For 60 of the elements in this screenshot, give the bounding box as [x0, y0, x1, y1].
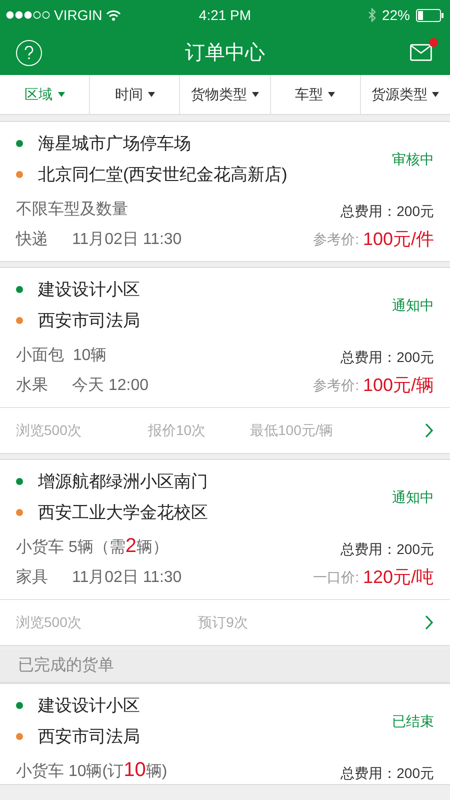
order-status: 通知中	[392, 296, 434, 314]
chevron-right-icon	[425, 615, 434, 630]
cargo-type: 快递	[16, 230, 48, 250]
total-fee: 总费用：200元	[340, 202, 434, 221]
dropdown-caret-icon	[328, 92, 336, 97]
stat-text: 浏览500次	[16, 421, 82, 440]
vehicle-requirement: 小货车 10辆(订10辆)	[16, 760, 168, 783]
filter-tab[interactable]: 区域	[0, 75, 90, 114]
price-label: 参考价:	[313, 376, 359, 395]
cargo-type: 家具	[16, 568, 48, 588]
pickup-address: 增源航都绿洲小区南门	[38, 470, 208, 493]
filter-tab[interactable]: 货源类型	[360, 75, 450, 114]
total-fee: 总费用：200元	[340, 348, 434, 367]
stat-text: 浏览500次	[16, 613, 82, 632]
pickup-address: 海星城市广场停车场	[38, 132, 191, 155]
delivery-address: 西安工业大学金花校区	[38, 502, 208, 524]
cargo-type: 水果	[16, 376, 48, 396]
envelope-icon	[410, 44, 432, 61]
delivery-address: 北京同仁堂(西安世纪金花高新店)	[38, 164, 288, 186]
order-status: 已结束	[392, 712, 434, 730]
vehicle-requirement: 小面包 10辆	[16, 346, 107, 366]
stat-text: 最低100元/辆	[250, 421, 334, 440]
pickup-address: 建设设计小区	[38, 694, 140, 717]
battery-percent: 22%	[382, 6, 410, 24]
unit-price: 100元/辆	[362, 374, 434, 397]
chevron-right-icon	[425, 423, 434, 438]
price-label: 参考价:	[313, 230, 359, 249]
wifi-icon	[106, 10, 122, 20]
delivery-address: 西安市司法局	[38, 726, 140, 748]
dropdown-caret-icon	[432, 92, 440, 97]
load-time: 11月02日 11:30	[72, 230, 182, 250]
bluetooth-icon	[368, 8, 376, 22]
signal-icon	[6, 11, 50, 19]
unit-price: 120元/吨	[362, 566, 434, 589]
load-time: 今天 12:00	[72, 376, 148, 396]
dropdown-caret-icon	[148, 92, 155, 97]
load-time: 11月02日 11:30	[72, 568, 182, 588]
pickup-address: 建设设计小区	[38, 278, 140, 301]
total-fee: 总费用：200元	[340, 540, 434, 559]
help-button[interactable]	[16, 40, 42, 66]
filter-tab[interactable]: 车型	[270, 75, 360, 114]
status-time: 4:21 PM	[198, 6, 252, 24]
question-icon	[24, 46, 34, 60]
page-title: 订单中心	[185, 40, 265, 66]
stat-text: 报价10次	[148, 421, 207, 440]
order-status: 通知中	[392, 488, 434, 506]
vehicle-requirement: 不限车型及数量	[16, 200, 128, 220]
dropdown-caret-icon	[252, 92, 259, 97]
total-fee: 总费用：200元	[340, 764, 434, 783]
carrier-name: VIRGIN	[54, 6, 102, 24]
order-status: 审核中	[392, 150, 434, 168]
unit-price: 100元/件	[362, 228, 434, 251]
delivery-address: 西安市司法局	[38, 310, 140, 332]
filter-tab[interactable]: 货物类型	[179, 75, 270, 114]
price-label: 一口价:	[313, 568, 359, 587]
battery-icon	[416, 8, 444, 22]
stat-text: 预订9次	[197, 613, 249, 632]
vehicle-requirement: 小货车 5辆（需2辆）	[16, 536, 168, 559]
dropdown-caret-icon	[58, 92, 65, 97]
filter-tab[interactable]: 时间	[89, 75, 180, 114]
